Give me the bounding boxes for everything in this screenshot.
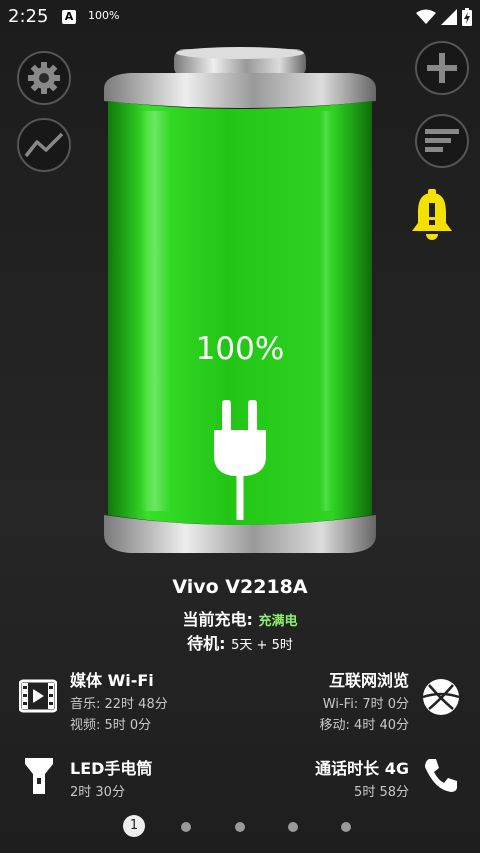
page-dot[interactable] xyxy=(341,822,351,832)
page-dot-active[interactable]: 1 xyxy=(123,815,145,837)
status-time: 2:25 xyxy=(8,6,49,27)
stat-media-music: 音乐: 22时 48分 xyxy=(70,697,168,712)
stat-media-video: 视频: 5时 0分 xyxy=(70,718,152,733)
stat-led-time: 2时 30分 xyxy=(70,785,125,800)
device-name: Vivo V2218A xyxy=(172,576,308,598)
stat-media-title: 媒体 Wi-Fi xyxy=(70,671,154,690)
signal-icon xyxy=(440,8,457,25)
standby-value: 5天 + 5时 xyxy=(231,638,293,653)
charging-plug-icon xyxy=(214,400,266,520)
globe-icon xyxy=(422,679,460,715)
stat-call-title: 通话时长 4G xyxy=(315,759,409,778)
standby-label: 待机: xyxy=(187,634,226,653)
stat-web-mobile: 移动: 4时 40分 xyxy=(319,718,409,733)
page-dot[interactable] xyxy=(181,822,191,832)
status-icons xyxy=(415,6,472,28)
alarm-bell-button[interactable] xyxy=(408,187,456,243)
list-icon xyxy=(425,129,459,152)
battery-percent: 100% xyxy=(195,331,285,367)
stat-internet[interactable]: 互联网浏览 Wi-Fi: 7时 0分 移动: 4时 40分 xyxy=(320,667,409,733)
stat-led-flashlight[interactable]: LED手电筒 2时 30分 xyxy=(70,755,152,800)
stat-call-4g[interactable]: 通话时长 4G 5时 58分 xyxy=(315,755,409,800)
charge-label: 当前充电: xyxy=(182,610,253,629)
bell-icon xyxy=(412,189,452,240)
page-indicator: 1 xyxy=(0,815,480,839)
stat-led-title: LED手电筒 xyxy=(70,759,153,778)
notification-app-icon: A xyxy=(62,10,76,24)
battery-icon xyxy=(462,7,472,26)
stat-web-title: 互联网浏览 xyxy=(328,671,409,690)
flashlight-icon xyxy=(25,758,53,794)
charge-status: 充满电 xyxy=(258,614,298,629)
list-button[interactable] xyxy=(415,114,469,168)
plus-icon xyxy=(427,53,457,83)
phone-icon xyxy=(425,759,457,792)
video-icon xyxy=(19,679,57,713)
line-chart-icon xyxy=(24,132,64,158)
page-dot[interactable] xyxy=(235,822,245,832)
add-button[interactable] xyxy=(415,41,469,95)
standby-line: 待机: 5天 + 5时 xyxy=(0,630,480,654)
settings-button[interactable] xyxy=(17,51,71,105)
stat-call-time: 5时 58分 xyxy=(354,785,409,800)
wifi-icon xyxy=(415,9,436,24)
gear-icon xyxy=(28,62,60,94)
status-battery-text: 100% xyxy=(88,9,120,22)
status-bar: 2:25 A 100% xyxy=(0,0,480,34)
charge-status-line: 当前充电: 充满电 xyxy=(0,606,480,630)
stat-web-wifi: Wi-Fi: 7时 0分 xyxy=(322,697,409,712)
chart-button[interactable] xyxy=(17,118,71,172)
page-dot[interactable] xyxy=(288,822,298,832)
stat-media-wifi[interactable]: 媒体 Wi-Fi 音乐: 22时 48分 视频: 5时 0分 xyxy=(70,667,168,733)
